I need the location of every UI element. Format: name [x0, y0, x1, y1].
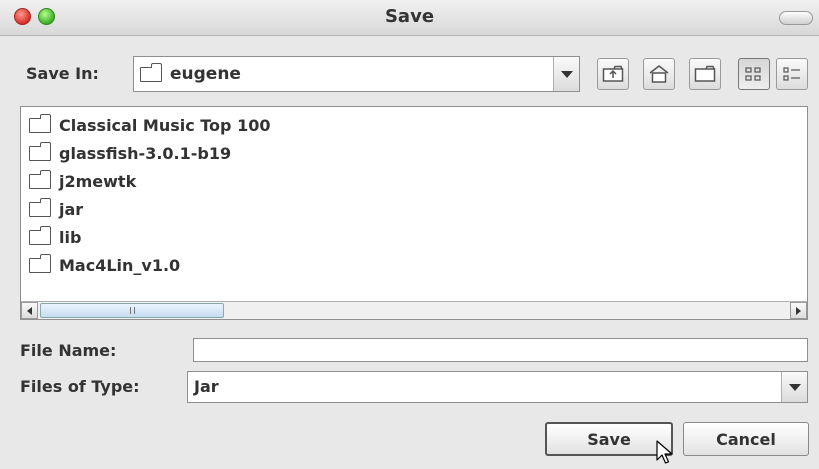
new-folder-button[interactable] [689, 58, 721, 90]
list-item-label: glassfish-3.0.1-b19 [59, 143, 232, 163]
files-of-type-dropdown-button[interactable] [781, 372, 807, 402]
files-of-type-label: Files of Type: [20, 377, 140, 396]
list-item-label: Classical Music Top 100 [59, 115, 271, 135]
save-in-value: eugene [170, 64, 241, 84]
scroll-right-button[interactable] [790, 302, 807, 319]
mouse-pointer-icon [656, 440, 673, 464]
toolbar-toggle-button[interactable] [779, 11, 813, 25]
horizontal-scrollbar[interactable] [21, 301, 807, 319]
chevron-down-icon [788, 383, 801, 391]
details-view-icon [783, 67, 800, 81]
save-in-dropdown-button[interactable] [553, 57, 579, 91]
file-name-label: File Name: [20, 341, 117, 360]
file-name-field[interactable] [193, 338, 808, 362]
folder-icon [29, 225, 51, 245]
save-button[interactable]: Save [545, 422, 673, 456]
arrow-right-icon [796, 306, 801, 315]
new-folder-icon [694, 65, 716, 82]
cancel-button[interactable]: Cancel [683, 422, 809, 456]
list-view-button[interactable] [738, 58, 770, 90]
home-icon [649, 65, 669, 83]
up-one-level-icon [602, 65, 624, 82]
folder-icon [29, 141, 51, 161]
list-item[interactable]: Mac4Lin_v1.0 [29, 251, 180, 279]
folder-icon [29, 113, 51, 133]
list-item[interactable]: glassfish-3.0.1-b19 [29, 139, 231, 167]
scroll-thumb[interactable] [40, 303, 224, 318]
save-dialog: Save Save In: eugene Classical Music Top… [0, 0, 819, 469]
chevron-down-icon [560, 70, 573, 78]
save-in-label: Save In: [26, 64, 99, 83]
folder-icon [29, 253, 51, 273]
title-bar[interactable]: Save [0, 0, 819, 36]
list-item[interactable]: jar [29, 195, 83, 223]
files-of-type-value: Jar [194, 377, 219, 396]
save-in-label-text: Save In: [26, 64, 99, 83]
list-item-label: lib [59, 227, 82, 247]
files-of-type-combo[interactable]: Jar [187, 371, 808, 403]
list-item[interactable]: j2mewtk [29, 167, 136, 195]
list-view-icon [745, 67, 761, 81]
arrow-left-icon [27, 306, 32, 315]
list-item-label: jar [59, 199, 84, 219]
folder-icon [29, 169, 51, 189]
grip-icon [129, 307, 135, 314]
up-one-level-button[interactable] [597, 58, 629, 90]
window-title: Save [384, 6, 435, 27]
folder-icon [140, 62, 162, 82]
folder-icon [29, 197, 51, 217]
save-in-combo[interactable]: eugene [133, 56, 580, 92]
details-view-button[interactable] [776, 58, 808, 90]
file-list[interactable]: Classical Music Top 100 glassfish-3.0.1-… [20, 106, 808, 320]
list-item[interactable]: lib [29, 223, 81, 251]
scroll-left-button[interactable] [21, 302, 38, 319]
list-item-label: Mac4Lin_v1.0 [59, 255, 181, 275]
list-item-label: j2mewtk [59, 171, 137, 191]
list-item[interactable]: Classical Music Top 100 [29, 111, 270, 139]
home-button[interactable] [643, 58, 675, 90]
